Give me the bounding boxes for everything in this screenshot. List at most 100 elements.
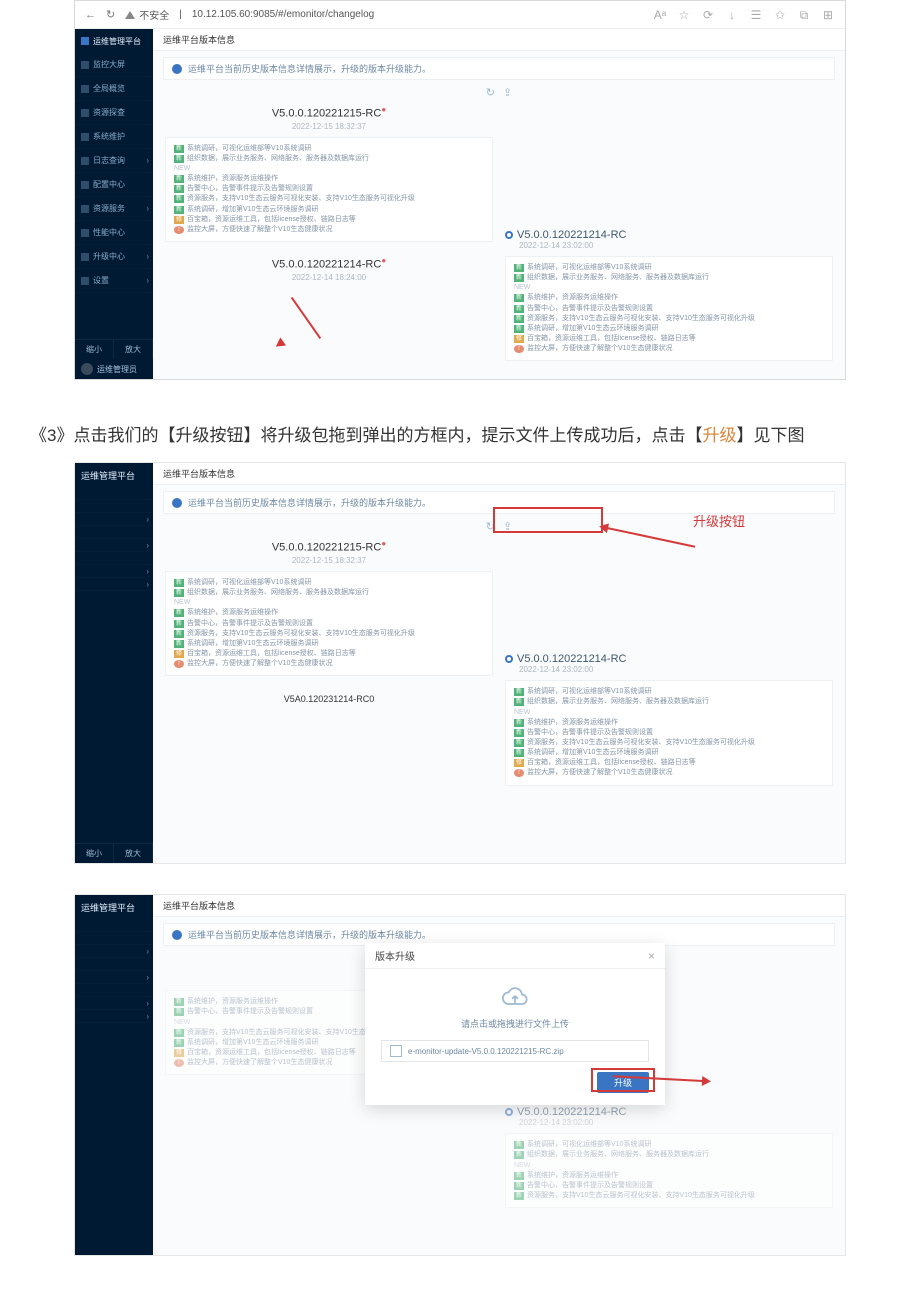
tag-fix: 修 [174, 216, 184, 224]
favorites-icon[interactable]: ✩ [773, 8, 787, 22]
sidebar-item-overview[interactable]: 全局概览 [75, 77, 153, 101]
extension-icon[interactable]: ☰ [749, 8, 763, 22]
sidebar-item[interactable] [75, 932, 153, 945]
changelog-main: 运维平台版本信息 运维平台当前历史版本信息详情展示，升级的版本升级能力。 ↻ ⇪… [153, 29, 845, 379]
sidebar-header: 运维管理平台 [75, 29, 153, 53]
sidebar-item[interactable] [75, 487, 153, 500]
menu-icon [81, 157, 89, 165]
tag-new: 新 [174, 195, 184, 203]
star-icon[interactable]: ☆ [677, 8, 691, 22]
version-title: V5.0.0.120221215-RC● [165, 105, 493, 120]
upload-upgrade-icon[interactable]: ⇪ [503, 520, 512, 533]
back-icon[interactable]: ← [85, 9, 96, 21]
url-text[interactable]: 10.12.105.60:9085/#/emonitor/changelog [192, 9, 374, 20]
download-icon[interactable]: ↓ [725, 8, 739, 22]
sidebar-item[interactable] [75, 997, 153, 1010]
version-card: 新系统调研，可视化运维部等V10系统调研 新组织数据，展示业务服务、网络服务、服… [505, 256, 833, 361]
sidebar-item-label: 资源服务 [93, 203, 125, 214]
changelog-main: 运维平台版本信息 运维平台当前历史版本信息详情展示，升级的版本升级能力。 ↻ ⇪… [153, 463, 845, 863]
menu-icon [81, 61, 89, 69]
selected-file[interactable]: e-monitor-update-V5.0.0.120221215-RC.zip [381, 1040, 649, 1062]
sidebar-item-label: 配置中心 [93, 179, 125, 190]
sidebar-item[interactable] [75, 578, 153, 591]
sidebar-item-resource[interactable]: 资源服务 [75, 197, 153, 221]
sidebar-item-label: 监控大屏 [93, 59, 125, 70]
sidebar-item[interactable] [75, 1010, 153, 1023]
upload-hint[interactable]: 请点击或拖拽进行文件上传 [381, 1017, 649, 1030]
version-date: 2022-12-14 23:02:00 [505, 241, 833, 250]
product-name: 运维管理平台 [81, 901, 135, 914]
sidebar-item-label: 全局概览 [93, 83, 125, 94]
insecure-badge: 不安全 [125, 7, 169, 22]
sidebar-item-label: 性能中心 [93, 227, 125, 238]
version-date: 2022-12-15 18:32:37 [165, 122, 493, 131]
refresh-icon[interactable]: ↻ [486, 520, 495, 533]
version-card: 新系统调研，可视化运维部等V10系统调研 新组织数据，展示业务服务、网络服务、服… [505, 1133, 833, 1208]
user-name: 运维管理员 [97, 364, 137, 375]
cloud-upload-icon [501, 983, 529, 1011]
page-title: 运维平台版本信息 [153, 29, 845, 51]
tag-new: 新 [174, 206, 184, 214]
sidebar-item[interactable] [75, 539, 153, 552]
sidebar-item-dashboard[interactable]: 监控大屏 [75, 53, 153, 77]
changelog-main: 运维平台版本信息 运维平台当前历史版本信息详情展示，升级的版本升级能力。 新系统… [153, 895, 845, 1255]
menu-icon [81, 205, 89, 213]
sidebar-item[interactable] [75, 971, 153, 984]
refresh-icon[interactable]: ↻ [486, 86, 495, 99]
sidebar-item-settings[interactable]: 设置 [75, 269, 153, 293]
screenshot-upgrade-modal: 运维管理平台 运维平台版本信息 运维平台当前历史版本信息详情展示，升级的版本升级… [74, 894, 846, 1256]
zoom-in-button[interactable]: 放大 [114, 844, 153, 863]
tag-new: 新 [174, 145, 184, 153]
translate-icon[interactable]: Aᵃ [653, 8, 667, 22]
product-name: 运维管理平台 [93, 36, 141, 47]
sidebar-item-maint[interactable]: 系统维护 [75, 125, 153, 149]
sync-icon[interactable]: ⟳ [701, 8, 715, 22]
menu-icon [81, 109, 89, 117]
collections-icon[interactable]: ⧉ [797, 8, 811, 22]
sidebar-item[interactable] [75, 984, 153, 997]
sidebar-item-config[interactable]: 配置中心 [75, 173, 153, 197]
screenshot-browser-window: ← ↻ 不安全 | 10.12.105.60:9085/#/emonitor/c… [74, 0, 846, 380]
sidebar-item[interactable] [75, 919, 153, 932]
zoom-in-button[interactable]: 放大 [114, 340, 153, 359]
menu-icon [81, 229, 89, 237]
sidebar-item[interactable] [75, 513, 153, 526]
sidebar-item-probe[interactable]: 资源探查 [75, 101, 153, 125]
tag-new: 新 [174, 175, 184, 183]
zoom-out-button[interactable]: 缩小 [75, 844, 114, 863]
upgrade-modal: 版本升级 × 请点击或拖拽进行文件上传 e-monitor-update- [365, 943, 665, 1105]
product-name: 运维管理平台 [81, 469, 135, 482]
version-card: 新系统调研，可视化运维部等V10系统调研 新组织数据，展示业务服务、网络服务、服… [165, 571, 493, 676]
sidebar-item[interactable] [75, 500, 153, 513]
sidebar-item-label: 设置 [93, 275, 109, 286]
timeline-dot-icon [505, 231, 513, 239]
sidebar: 运维管理平台 监控大屏 全局概览 资源探查 系统维护 日志查询 配置中心 资源服… [75, 29, 153, 379]
reload-icon[interactable]: ↻ [106, 8, 115, 21]
close-icon[interactable]: × [648, 949, 655, 963]
browser-address-bar: ← ↻ 不安全 | 10.12.105.60:9085/#/emonitor/c… [75, 1, 845, 29]
sidebar-item[interactable] [75, 945, 153, 958]
sidebar-user[interactable]: 运维管理员 [75, 359, 153, 379]
sidebar: 运维管理平台 缩小放大 [75, 463, 153, 863]
sidebar-item[interactable] [75, 958, 153, 971]
page-title: 运维平台版本信息 [153, 463, 845, 485]
instruction-paragraph: 《3》点击我们的【升级按钮】将升级包拖到弹出的方框内，提示文件上传成功后，点击【… [30, 420, 890, 452]
apps-icon[interactable]: ⊞ [821, 8, 835, 22]
info-text: 运维平台当前历史版本信息详情展示，升级的版本升级能力。 [188, 62, 431, 75]
sidebar: 运维管理平台 [75, 895, 153, 1255]
sidebar-item-logs[interactable]: 日志查询 [75, 149, 153, 173]
info-banner: 运维平台当前历史版本信息详情展示，升级的版本升级能力。 [163, 57, 835, 80]
tag-new: 新 [174, 155, 184, 163]
upload-upgrade-icon[interactable]: ⇪ [503, 86, 512, 99]
zoom-out-button[interactable]: 缩小 [75, 340, 114, 359]
menu-icon [81, 277, 89, 285]
sidebar-item[interactable] [75, 526, 153, 539]
product-logo-icon [81, 37, 89, 45]
sidebar-item[interactable] [75, 565, 153, 578]
menu-icon [81, 253, 89, 261]
sidebar-item-upgrade[interactable]: 升级中心 [75, 245, 153, 269]
sidebar-item-perf[interactable]: 性能中心 [75, 221, 153, 245]
sidebar-item[interactable] [75, 552, 153, 565]
menu-icon [81, 85, 89, 93]
sidebar-item-label: 升级中心 [93, 251, 125, 262]
